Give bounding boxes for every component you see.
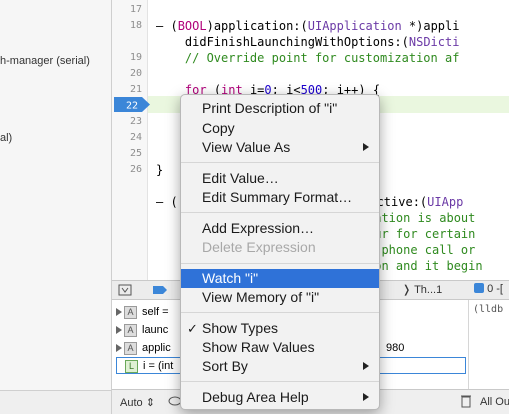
- thread-selector[interactable]: ❭ Th...1: [402, 283, 442, 296]
- menu-item-view-memory[interactable]: View Memory of "i": [181, 288, 379, 307]
- checkmark-icon: ✓: [187, 321, 198, 336]
- console[interactable]: (lldb: [468, 300, 509, 389]
- navigator-item[interactable]: h-manager (serial): [0, 55, 90, 67]
- menu-item-edit-summary-format[interactable]: Edit Summary Format…: [181, 188, 379, 207]
- menu-item-delete-expression: Delete Expression: [202, 239, 316, 255]
- menu-separator: [181, 212, 379, 213]
- menu-separator: [181, 312, 379, 313]
- menu-item-copy[interactable]: Copy: [181, 119, 379, 138]
- code-line-closing-brace: }: [156, 163, 164, 177]
- menu-separator: [181, 162, 379, 163]
- breakpoint-marker[interactable]: 22: [112, 96, 152, 113]
- variable-kind-badge: A: [124, 342, 137, 355]
- menu-item-debug-area-help[interactable]: Debug Area Help: [181, 388, 379, 407]
- code-line-comment: cation is about: [367, 211, 476, 225]
- variable-value: 980: [386, 342, 405, 354]
- variable-name: applic: [142, 342, 171, 354]
- line-number: 17: [129, 4, 142, 15]
- line-number: 23: [129, 116, 142, 127]
- submenu-arrow-icon: [363, 143, 369, 151]
- line-gutter[interactable]: 17 18 19 20 21 23 24 25 26: [112, 0, 148, 280]
- line-number: 26: [129, 164, 142, 175]
- menu-separator: [181, 381, 379, 382]
- frame-icon: [474, 283, 484, 293]
- stack-frame-selector[interactable]: 0 -[: [474, 283, 503, 295]
- variable-kind-badge: A: [124, 324, 137, 337]
- line-number: 22: [126, 101, 138, 112]
- variable-name: self =: [142, 306, 169, 318]
- variable-kind-badge: L: [125, 360, 138, 373]
- disclosure-triangle-icon[interactable]: [116, 326, 122, 334]
- line-number: 21: [129, 84, 142, 95]
- code-line-18: – (BOOL)application:(UIApplication *)app…: [156, 19, 460, 33]
- variable-name: launc: [142, 324, 169, 336]
- line-number: 20: [129, 68, 142, 79]
- variable-name: i = (int: [143, 360, 174, 372]
- submenu-arrow-icon: [363, 393, 369, 401]
- variable-kind-badge: A: [124, 306, 137, 319]
- code-line-18-cont: didFinishLaunchingWithOptions:(NSDicti: [156, 35, 460, 49]
- menu-separator: [181, 263, 379, 264]
- navigator-item[interactable]: al): [0, 132, 12, 144]
- code-line-comment: cur for certain: [367, 227, 476, 241]
- line-number: 19: [129, 52, 142, 63]
- menu-item-view-value-as[interactable]: View Value As: [181, 138, 379, 157]
- menu-item-sort-by[interactable]: Sort By: [181, 357, 379, 376]
- line-number: 18: [129, 20, 142, 31]
- chevron-right-icon: ❭: [402, 284, 415, 296]
- console-prompt: (lldb: [473, 304, 504, 315]
- menu-item-add-expression[interactable]: Add Expression…: [181, 219, 379, 238]
- scope-popup[interactable]: Auto ⇕: [120, 396, 155, 409]
- disclosure-triangle-icon[interactable]: [116, 344, 122, 352]
- code-line-comment: ion and it begin: [367, 259, 483, 273]
- menu-item-show-types[interactable]: ✓ Show Types: [181, 319, 379, 338]
- updown-icon: ⇕: [145, 397, 155, 409]
- menu-item-watch[interactable]: Watch "i": [181, 269, 379, 288]
- menu-item-print-description[interactable]: Print Description of "i": [181, 99, 379, 118]
- context-menu: Print Description of "i" Copy View Value…: [180, 94, 380, 410]
- menu-item-edit-value[interactable]: Edit Value…: [181, 169, 379, 188]
- line-number: 24: [129, 132, 142, 143]
- output-popup[interactable]: All Ou: [480, 396, 509, 408]
- trash-icon[interactable]: [460, 393, 472, 412]
- hide-debug-area-icon[interactable]: [118, 283, 132, 300]
- navigator-filter-bar: [0, 390, 111, 414]
- breakpoints-toggle-icon[interactable]: [152, 283, 168, 300]
- menu-item-show-raw-values[interactable]: Show Raw Values: [181, 338, 379, 357]
- project-navigator: h-manager (serial) al): [0, 0, 112, 414]
- line-number: 25: [129, 148, 142, 159]
- code-line-19-comment: // Override point for customization af: [156, 51, 460, 65]
- disclosure-triangle-icon[interactable]: [116, 308, 122, 316]
- code-line-comment: g phone call or: [367, 243, 476, 257]
- submenu-arrow-icon: [363, 362, 369, 370]
